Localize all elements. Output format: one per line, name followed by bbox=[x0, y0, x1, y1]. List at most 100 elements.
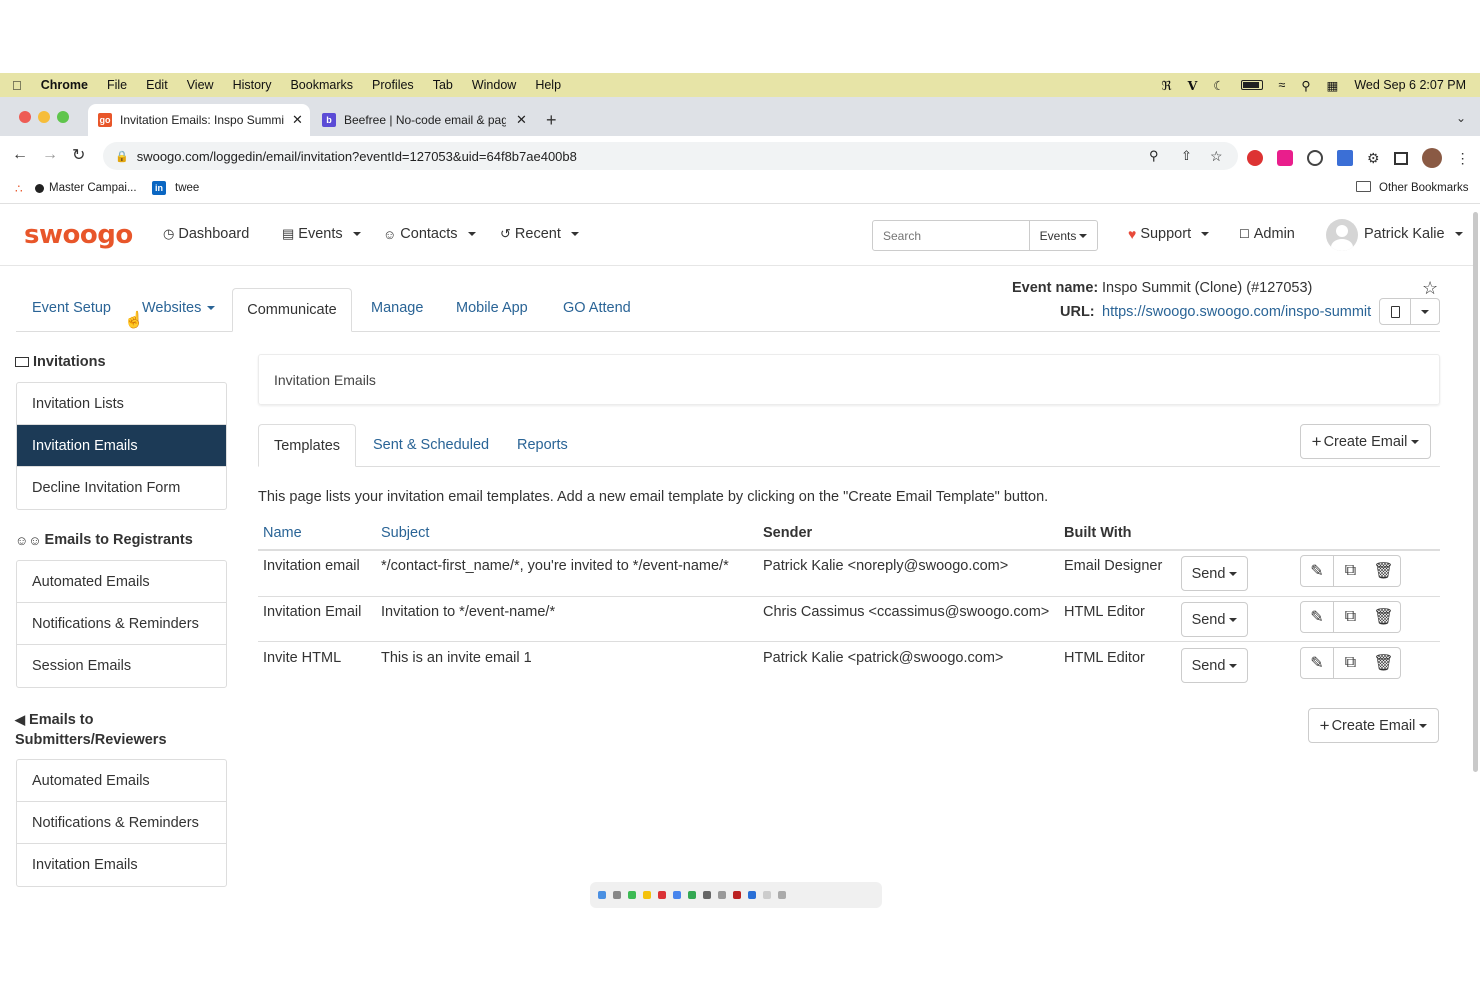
puzzle-icon[interactable]: ⚙ bbox=[1367, 150, 1380, 167]
column-header-subject[interactable]: Subject bbox=[381, 525, 429, 541]
send-button[interactable]: Send bbox=[1181, 556, 1248, 591]
new-tab-icon[interactable]: + bbox=[546, 110, 557, 131]
tab-reports[interactable]: Reports bbox=[517, 437, 568, 453]
reload-icon[interactable]: ↻ bbox=[72, 145, 85, 165]
address-bar[interactable]: 🔒 swoogo.com/loggedin/email/invitation?e… bbox=[103, 142, 1238, 170]
star-icon[interactable]: ☆ bbox=[1422, 278, 1438, 299]
app-icon[interactable] bbox=[718, 891, 726, 899]
close-tab-icon[interactable]: ✕ bbox=[516, 112, 527, 128]
chrome-icon[interactable] bbox=[658, 891, 666, 899]
user-menu[interactable]: Patrick Kalie bbox=[1364, 226, 1463, 242]
nav-recent[interactable]: ↺ Recent bbox=[500, 226, 579, 242]
app-icon[interactable] bbox=[748, 891, 756, 899]
spotlight-icon[interactable]: ⚲ bbox=[1301, 78, 1310, 93]
nav-support[interactable]: ♥ Support bbox=[1128, 226, 1210, 242]
column-header-name[interactable]: Name bbox=[263, 525, 302, 541]
copy-url-button[interactable] bbox=[1379, 298, 1411, 325]
nav-contacts[interactable]: ☺ Contacts bbox=[383, 226, 476, 242]
nav-dashboard[interactable]: ◷ Dashboard bbox=[163, 226, 249, 242]
finder-icon[interactable] bbox=[598, 891, 606, 899]
create-email-bottom-button[interactable]: + Create Email bbox=[1308, 708, 1439, 743]
sidebar-item-automated-emails[interactable]: Automated Emails bbox=[17, 760, 226, 802]
edit-button[interactable]: ✎ bbox=[1300, 601, 1334, 633]
duplicate-button[interactable]: ⧉ bbox=[1334, 601, 1368, 633]
other-bookmarks[interactable]: Other Bookmarks bbox=[1379, 182, 1468, 194]
forward-icon[interactable]: → bbox=[42, 146, 58, 164]
close-window-button[interactable] bbox=[19, 111, 31, 123]
vectorworks-icon[interactable]: V bbox=[1188, 78, 1198, 93]
extension-icon[interactable] bbox=[1277, 150, 1293, 166]
bookmark-twee[interactable]: twee bbox=[175, 182, 199, 194]
side-panel-icon[interactable] bbox=[1393, 151, 1408, 165]
status-app-icon[interactable]: ℜ bbox=[1161, 78, 1171, 93]
sidebar-item-decline-invitation-form[interactable]: Decline Invitation Form bbox=[17, 467, 226, 509]
send-button[interactable]: Send bbox=[1181, 648, 1248, 683]
bookmark-star-icon[interactable]: ☆ bbox=[1210, 148, 1223, 165]
avatar[interactable] bbox=[1326, 219, 1358, 251]
create-email-button[interactable]: + Create Email bbox=[1300, 424, 1431, 459]
edit-button[interactable]: ✎ bbox=[1300, 555, 1334, 587]
battery-icon[interactable] bbox=[1240, 80, 1263, 90]
event-url-link[interactable]: https://swoogo.swoogo.com/inspo-summit bbox=[1102, 304, 1371, 320]
close-tab-icon[interactable]: ✕ bbox=[292, 112, 303, 128]
wifi-icon[interactable]: ≈ bbox=[1279, 78, 1286, 92]
duplicate-button[interactable]: ⧉ bbox=[1334, 555, 1368, 587]
back-icon[interactable]: ← bbox=[12, 146, 28, 164]
sidebar-item-invitation-lists[interactable]: Invitation Lists bbox=[17, 383, 226, 425]
menu-view[interactable]: View bbox=[187, 78, 214, 92]
page-scrollbar[interactable] bbox=[1473, 212, 1478, 772]
extension-icon[interactable] bbox=[1337, 150, 1353, 166]
tab-mobile-app[interactable]: Mobile App bbox=[456, 300, 528, 316]
safari-icon[interactable] bbox=[673, 891, 681, 899]
nav-events[interactable]: ▤ Events bbox=[282, 226, 361, 242]
search-scope-select[interactable]: Events bbox=[1029, 220, 1098, 251]
sidebar-item-notifications-reminders[interactable]: Notifications & Reminders bbox=[17, 603, 226, 645]
duplicate-button[interactable]: ⧉ bbox=[1334, 647, 1368, 679]
moon-icon[interactable]: ☾ bbox=[1213, 78, 1224, 93]
tab-templates[interactable]: Templates bbox=[258, 424, 356, 467]
sidebar-item-automated-emails[interactable]: Automated Emails bbox=[17, 561, 226, 603]
table-cell-name[interactable]: Invitation Email bbox=[263, 604, 361, 620]
swoogo-logo[interactable]: swoogo bbox=[24, 220, 133, 250]
table-cell-name[interactable]: Invitation email bbox=[263, 558, 360, 574]
menu-bookmarks[interactable]: Bookmarks bbox=[290, 78, 353, 92]
zoom-icon[interactable]: ⚲ bbox=[1149, 148, 1159, 164]
menu-help[interactable]: Help bbox=[535, 78, 561, 92]
messages-icon[interactable] bbox=[628, 891, 636, 899]
minimize-window-button[interactable] bbox=[38, 111, 50, 123]
edit-button[interactable]: ✎ bbox=[1300, 647, 1334, 679]
chrome-menu-icon[interactable]: ⋮ bbox=[1456, 150, 1470, 167]
tab-manage[interactable]: Manage bbox=[371, 300, 423, 316]
app-icon[interactable] bbox=[763, 891, 771, 899]
tab-sent-scheduled[interactable]: Sent & Scheduled bbox=[373, 437, 489, 453]
tab-websites[interactable]: Websites bbox=[142, 300, 216, 316]
tab-event-setup[interactable]: Event Setup bbox=[32, 300, 111, 316]
menu-history[interactable]: History bbox=[233, 78, 272, 92]
sidebar-item-notifications-reminders[interactable]: Notifications & Reminders bbox=[17, 802, 226, 844]
delete-button[interactable]: 🗑 bbox=[1367, 647, 1401, 679]
nav-admin[interactable]: ☐ Admin bbox=[1239, 226, 1295, 242]
facetime-icon[interactable] bbox=[688, 891, 696, 899]
browser-tab[interactable]: b Beefree | No-code email & pag ✕ bbox=[312, 104, 534, 136]
menu-file[interactable]: File bbox=[107, 78, 127, 92]
menu-datetime[interactable]: Wed Sep 6 2:07 PM bbox=[1354, 78, 1466, 92]
sidebar-item-invitation-emails[interactable]: Invitation Emails bbox=[17, 425, 226, 467]
notes-icon[interactable] bbox=[643, 891, 651, 899]
menu-profiles[interactable]: Profiles bbox=[372, 78, 414, 92]
table-cell-name[interactable]: Invite HTML bbox=[263, 650, 341, 666]
maximize-window-button[interactable] bbox=[57, 111, 69, 123]
control-center-icon[interactable]: ▦ bbox=[1327, 78, 1339, 93]
bookmark-master-campaign[interactable]: Master Campai... bbox=[49, 182, 137, 194]
trash-icon[interactable] bbox=[778, 891, 786, 899]
menu-window[interactable]: Window bbox=[472, 78, 516, 92]
url-options-button[interactable] bbox=[1410, 298, 1440, 325]
delete-button[interactable]: 🗑 bbox=[1367, 601, 1401, 633]
sidebar-item-session-emails[interactable]: Session Emails bbox=[17, 645, 226, 687]
launchpad-icon[interactable] bbox=[613, 891, 621, 899]
profile-avatar-icon[interactable] bbox=[1421, 148, 1442, 168]
sidebar-item-invitation-emails[interactable]: Invitation Emails bbox=[17, 844, 226, 886]
extension-icon[interactable] bbox=[1307, 150, 1323, 166]
send-button[interactable]: Send bbox=[1181, 602, 1248, 637]
menu-edit[interactable]: Edit bbox=[146, 78, 168, 92]
tab-communicate[interactable]: Communicate bbox=[232, 288, 352, 332]
